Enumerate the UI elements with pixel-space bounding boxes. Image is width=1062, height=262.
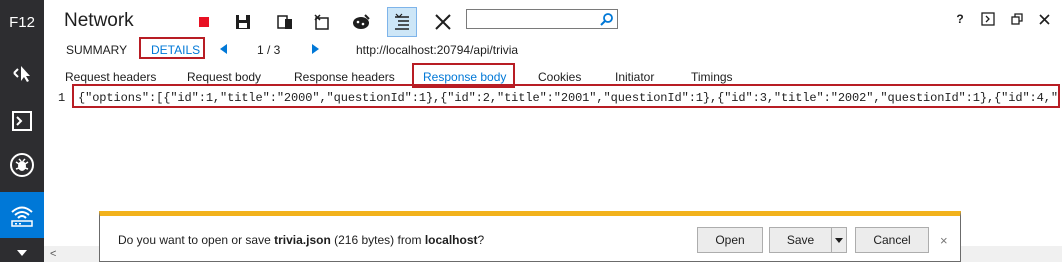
file-size: (216 bytes) from [330,233,425,247]
close-x-icon [435,14,451,30]
f12-label: F12 [9,13,35,31]
next-entry-button[interactable] [310,43,320,55]
clear-cache-button[interactable] [346,7,376,37]
debugger-bug-icon [10,153,34,177]
undock-button[interactable] [978,10,998,28]
tab-timings[interactable]: Timings [691,70,733,84]
details-tab[interactable]: DETAILS [151,43,200,57]
open-button[interactable]: Open [697,227,763,253]
view-mode-bar: SUMMARY DETAILS 1 / 3 http://localhost:2… [44,37,1062,62]
search-icon [600,13,613,26]
cookie-icon [353,14,370,29]
network-tool[interactable] [0,192,44,238]
triangle-left-icon [219,44,227,54]
triangle-right-icon [311,44,319,54]
tab-request-body[interactable]: Request body [187,70,261,84]
request-url: http://localhost:20794/api/trivia [356,43,519,57]
save-button[interactable]: Save [769,227,831,253]
scroll-left-icon[interactable]: < [50,248,56,260]
dom-explorer-tool[interactable] [0,52,44,94]
chevron-down-icon [835,237,843,243]
clear-button[interactable] [428,7,458,37]
debugger-tool[interactable] [0,144,44,186]
tab-cookies[interactable]: Cookies [538,70,581,84]
stop-icon [199,17,209,27]
restore-window-icon [1011,13,1023,25]
notification-message: Do you want to open or save trivia.json … [118,233,484,247]
search-box[interactable] [466,9,618,29]
message-prefix: Do you want to open or save [118,233,275,247]
close-icon [1038,13,1050,25]
summary-tab[interactable]: SUMMARY [66,43,127,57]
entry-counter: 1 / 3 [257,43,281,57]
chevron-down-icon [17,250,27,256]
notification-close-icon[interactable]: × [940,233,948,248]
cancel-button[interactable]: Cancel [855,227,929,253]
always-refresh-button[interactable] [270,7,300,37]
export-button[interactable] [228,7,258,37]
panel-title: Network [64,10,134,31]
save-disk-icon [236,15,250,29]
close-window-button[interactable] [1034,10,1054,28]
content-type-filter-button[interactable] [387,7,417,37]
restore-button[interactable] [1007,10,1027,28]
refresh-page-icon [277,15,292,29]
tab-request-headers[interactable]: Request headers [65,70,156,84]
more-tools-button[interactable] [0,244,44,262]
message-suffix: ? [477,233,485,247]
console-tool[interactable] [0,100,44,142]
file-name: trivia.json [274,233,331,247]
network-wifi-icon [11,206,33,227]
save-options-dropdown[interactable] [831,227,847,253]
tab-response-body[interactable]: Response body [423,70,506,84]
response-json-text[interactable]: {"options":[{"id":1,"title":"2000","ques… [78,91,1058,105]
download-notification-bar: Do you want to open or save trivia.json … [99,211,961,262]
source-host: localhost [424,233,478,247]
clear-entries-button[interactable] [307,7,337,37]
previous-entry-button[interactable] [218,43,228,55]
stop-profiling-button[interactable] [189,7,219,37]
clear-session-icon [314,14,329,30]
console-icon [12,111,32,131]
select-element-icon [13,66,30,82]
devtools-sidebar: F12 [0,0,44,262]
line-number: 1 [58,91,66,105]
tab-initiator[interactable]: Initiator [615,70,654,84]
undock-icon [981,12,995,26]
search-input[interactable] [470,11,602,29]
response-body-highlight-box: {"options":[{"id":1,"title":"2000","ques… [72,84,1060,108]
filter-list-icon [395,13,409,30]
help-button[interactable]: ? [950,10,970,28]
tab-response-headers[interactable]: Response headers [294,70,395,84]
